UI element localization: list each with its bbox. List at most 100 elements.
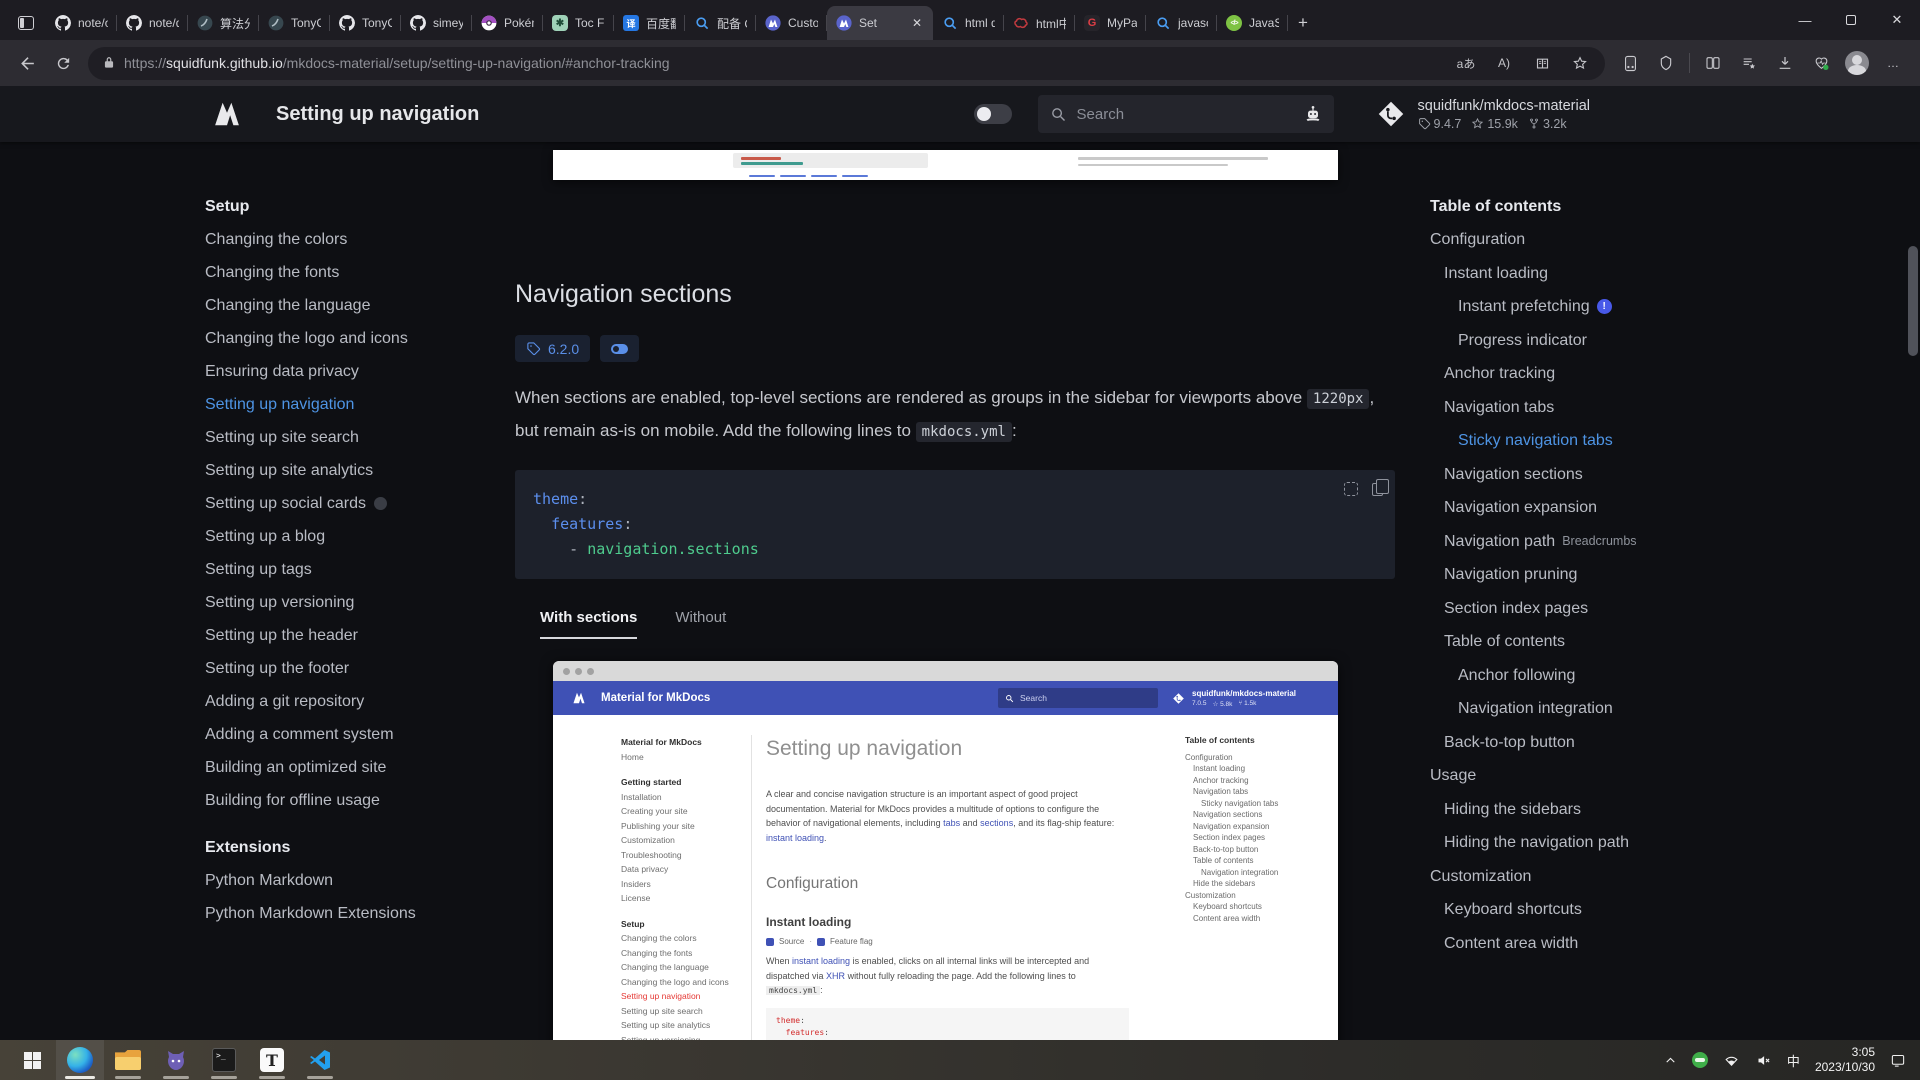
back-button[interactable]	[10, 46, 44, 80]
taskbar-clock[interactable]: 3:05 2023/10/30	[1815, 1045, 1875, 1075]
sidebar-item-setting-up-a-blog[interactable]: Setting up a blog	[205, 520, 515, 553]
content-tab-without[interactable]: Without	[675, 609, 726, 639]
copy-code-icon[interactable]	[1372, 483, 1383, 496]
immersive-reader-button[interactable]	[1527, 49, 1557, 77]
collections-button[interactable]	[1732, 46, 1766, 80]
toc-item-navigation-tabs[interactable]: Navigation tabs	[1430, 391, 1920, 425]
sidebar-item-setting-up-the-footer[interactable]: Setting up the footer	[205, 652, 515, 685]
profile-button[interactable]	[1840, 46, 1874, 80]
refresh-button[interactable]	[46, 46, 80, 80]
toc-item-section-index-pages[interactable]: Section index pages	[1430, 592, 1920, 626]
taskbar-terminal-button[interactable]: >_	[200, 1040, 248, 1080]
read-aloud-button[interactable]: A)	[1489, 49, 1519, 77]
sidebar-item-setting-up-the-header[interactable]: Setting up the header	[205, 619, 515, 652]
browser-tab[interactable]: TonyCr	[259, 6, 330, 40]
toc-item-instant-loading[interactable]: Instant loading	[1430, 257, 1920, 291]
toc-item-content-area-width[interactable]: Content area width	[1430, 927, 1920, 961]
toc-item-hiding-the-sidebars[interactable]: Hiding the sidebars	[1430, 793, 1920, 827]
toc-item-navigation-expansion[interactable]: Navigation expansion	[1430, 491, 1920, 525]
minimize-button[interactable]: —	[1782, 0, 1828, 40]
sidebar-item-adding-a-git-repository[interactable]: Adding a git repository	[205, 685, 515, 718]
web-capture-button[interactable]	[1613, 46, 1647, 80]
toc-item-instant-prefetching[interactable]: Instant prefetching!	[1430, 290, 1920, 324]
select-code-icon[interactable]	[1344, 482, 1358, 496]
browser-tab[interactable]: note/d	[117, 6, 188, 40]
sidebar-item-setting-up-navigation[interactable]: Setting up navigation	[205, 388, 515, 421]
browser-tab[interactable]: Custom	[756, 6, 827, 40]
sidebar-item-setting-up-site-search[interactable]: Setting up site search	[205, 421, 515, 454]
toc-item-navigation-integration[interactable]: Navigation integration	[1430, 692, 1920, 726]
toc-item-customization[interactable]: Customization	[1430, 860, 1920, 894]
ime-indicator[interactable]: 中	[1787, 1051, 1800, 1070]
browser-tab[interactable]: 配备 G	[685, 6, 756, 40]
translate-button[interactable]: aあ	[1451, 49, 1481, 77]
sidebar-item-changing-the-language[interactable]: Changing the language	[205, 289, 515, 322]
taskbar-edge-button[interactable]	[56, 1040, 104, 1080]
browser-tab[interactable]: </>JavaSc	[1217, 6, 1288, 40]
sidebar-item-setting-up-site-analytics[interactable]: Setting up site analytics	[205, 454, 515, 487]
toc-item-anchor-tracking[interactable]: Anchor tracking	[1430, 357, 1920, 391]
sidebar-item-changing-the-logo-and-icons[interactable]: Changing the logo and icons	[205, 322, 515, 355]
browser-tab[interactable]: TonyCr	[330, 6, 401, 40]
toc-item-navigation-pruning[interactable]: Navigation pruning	[1430, 558, 1920, 592]
favorite-star-button[interactable]	[1565, 49, 1595, 77]
sidebar-item-setting-up-versioning[interactable]: Setting up versioning	[205, 586, 515, 619]
volume-muted-icon[interactable]	[1755, 1053, 1772, 1068]
toc-item-sticky-navigation-tabs[interactable]: Sticky navigation tabs	[1430, 424, 1920, 458]
toc-item-keyboard-shortcuts[interactable]: Keyboard shortcuts	[1430, 893, 1920, 927]
address-bar[interactable]: https://squidfunk.github.io/mkdocs-mater…	[88, 47, 1605, 80]
browser-tab[interactable]: html di	[933, 6, 1004, 40]
copilot-button[interactable]	[1649, 46, 1683, 80]
notification-center-button[interactable]	[1890, 1053, 1906, 1068]
sidebar-item-python-markdown-extensions[interactable]: Python Markdown Extensions	[205, 897, 515, 930]
browser-tab[interactable]: note/o	[46, 6, 117, 40]
maximize-button[interactable]	[1828, 0, 1874, 40]
browser-tab[interactable]: html中	[1004, 6, 1075, 40]
sidebar-item-adding-a-comment-system[interactable]: Adding a comment system	[205, 718, 515, 751]
browser-tab[interactable]: GMyPam	[1075, 6, 1146, 40]
toc-item-table-of-contents[interactable]: Table of contents	[1430, 625, 1920, 659]
search-box[interactable]: Search	[1038, 95, 1334, 133]
new-tab-button[interactable]: +	[1288, 6, 1318, 40]
tray-expand-button[interactable]	[1664, 1054, 1677, 1067]
taskbar-vscode-button[interactable]	[296, 1040, 344, 1080]
browser-tab[interactable]: Set✕	[827, 6, 933, 40]
taskbar-explorer-button[interactable]	[104, 1040, 152, 1080]
toc-item-configuration[interactable]: Configuration	[1430, 223, 1920, 257]
toc-item-back-to-top-button[interactable]: Back-to-top button	[1430, 726, 1920, 760]
browser-essentials-button[interactable]	[1804, 46, 1838, 80]
browser-tab[interactable]: 译百度翻	[614, 6, 685, 40]
repo-link[interactable]: squidfunk/mkdocs-material 9.4.7 15.9k 3.…	[1376, 98, 1590, 131]
settings-menu-button[interactable]: …	[1876, 46, 1910, 80]
theme-toggle[interactable]	[974, 104, 1012, 124]
tab-actions-button[interactable]	[6, 6, 46, 40]
toc-item-anchor-following[interactable]: Anchor following	[1430, 659, 1920, 693]
browser-tab[interactable]: simeyd	[401, 6, 472, 40]
browser-tab[interactable]: Pokém	[472, 6, 543, 40]
taskbar-start-button[interactable]	[8, 1040, 56, 1080]
tray-app-icon[interactable]	[1692, 1052, 1708, 1068]
sidebar-item-changing-the-fonts[interactable]: Changing the fonts	[205, 256, 515, 289]
taskbar-typora-button[interactable]: T	[248, 1040, 296, 1080]
version-badge[interactable]: 6.2.0	[515, 335, 590, 362]
toc-item-navigation-sections[interactable]: Navigation sections	[1430, 458, 1920, 492]
network-icon[interactable]	[1723, 1053, 1740, 1068]
toc-item-progress-indicator[interactable]: Progress indicator	[1430, 324, 1920, 358]
downloads-button[interactable]	[1768, 46, 1802, 80]
browser-tab[interactable]: ✱Toc Fur	[543, 6, 614, 40]
browser-tab[interactable]: javascr	[1146, 6, 1217, 40]
sidebar-item-ensuring-data-privacy[interactable]: Ensuring data privacy	[205, 355, 515, 388]
sidebar-item-building-an-optimized-site[interactable]: Building an optimized site	[205, 751, 515, 784]
sidebar-item-setting-up-social-cards[interactable]: Setting up social cards	[205, 487, 515, 520]
sidebar-item-setting-up-tags[interactable]: Setting up tags	[205, 553, 515, 586]
browser-tab[interactable]: 算法分	[188, 6, 259, 40]
content-tab-with-sections[interactable]: With sections	[540, 609, 637, 639]
tab-close-icon[interactable]: ✕	[910, 16, 924, 30]
extension-robot-icon[interactable]	[1302, 104, 1324, 124]
sidebar-item-python-markdown[interactable]: Python Markdown	[205, 864, 515, 897]
feature-flag-badge[interactable]	[600, 335, 639, 362]
toc-item-navigation-path[interactable]: Navigation pathBreadcrumbs	[1430, 525, 1920, 559]
toc-item-hiding-the-navigation-path[interactable]: Hiding the navigation path	[1430, 826, 1920, 860]
split-screen-button[interactable]	[1696, 46, 1730, 80]
page-scrollbar[interactable]	[1908, 246, 1918, 356]
